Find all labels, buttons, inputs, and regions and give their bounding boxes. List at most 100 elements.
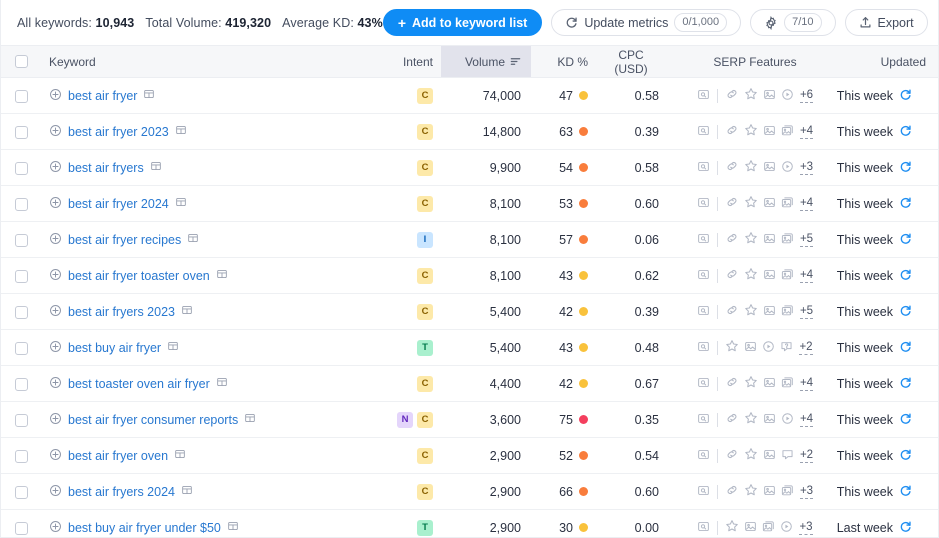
intent-badge-t[interactable]: T [417,339,433,356]
search-box-icon[interactable] [697,448,710,464]
reviews-icon[interactable] [744,411,758,428]
header-serp-features[interactable]: SERP Features [665,45,845,78]
image-pack-icon[interactable] [781,268,794,284]
row-checkbox[interactable] [14,377,28,391]
video-icon[interactable] [780,520,793,536]
header-updated[interactable]: Updated [845,45,938,78]
row-checkbox[interactable] [14,485,28,499]
keyword-link[interactable]: best toaster oven air fryer [68,377,210,391]
search-box-icon[interactable] [697,160,710,176]
table-row[interactable]: best buy air fryer T 5,400 43 0.48 +2 This wee… [1,329,938,366]
image-pack-icon[interactable] [762,520,775,536]
image-icon[interactable] [763,196,776,212]
update-metrics-button[interactable]: Update metrics 0/1,000 [551,9,742,36]
intent-badge-n[interactable]: N [397,411,413,428]
serp-preview-icon[interactable] [175,196,187,211]
table-row[interactable]: best air fryer recipes I 8,100 57 0.06 +5 This… [1,221,938,258]
image-pack-icon[interactable] [781,304,794,320]
table-row[interactable]: best air fryer toaster oven C 8,100 43 0.62 +… [1,257,938,294]
intent-badge-c[interactable]: C [417,411,433,428]
intent-badge-c[interactable]: C [417,267,433,284]
table-row[interactable]: best air fryer 2024 C 8,100 53 0.60 +4 This we… [1,185,938,222]
row-checkbox[interactable] [14,413,28,427]
keyword-link[interactable]: best air fryer 2023 [68,125,169,139]
search-box-icon[interactable] [697,196,710,212]
table-row[interactable]: best air fryers C 9,900 54 0.58 +3 This week [1,149,938,186]
image-icon[interactable] [763,232,776,248]
image-pack-icon[interactable] [781,484,794,500]
search-box-icon[interactable] [697,268,710,284]
search-box-icon[interactable] [697,520,710,536]
intent-badge-c[interactable]: C [417,195,433,212]
sitelinks-icon[interactable] [725,159,739,176]
image-icon[interactable] [763,484,776,500]
sitelinks-icon[interactable] [725,231,739,248]
serp-preview-icon[interactable] [216,376,228,391]
refresh-metrics-icon[interactable] [899,520,912,536]
add-keyword-icon[interactable] [49,412,62,428]
keyword-link[interactable]: best air fryers [68,161,144,175]
row-checkbox[interactable] [14,125,28,139]
reviews-icon[interactable] [744,267,758,284]
search-box-icon[interactable] [697,484,710,500]
row-checkbox[interactable] [14,161,28,175]
sitelinks-icon[interactable] [725,447,739,464]
add-keyword-icon[interactable] [49,520,62,536]
refresh-metrics-icon[interactable] [899,448,912,464]
image-icon[interactable] [763,160,776,176]
search-box-icon[interactable] [697,88,710,104]
serp-more-count[interactable]: +5 [799,304,814,320]
export-button[interactable]: Export [844,9,928,36]
serp-more-count[interactable]: +6 [799,88,814,104]
keyword-link[interactable]: best air fryer consumer reports [68,413,238,427]
reviews-icon[interactable] [725,519,739,536]
row-checkbox[interactable] [14,305,28,319]
reviews-icon[interactable] [744,123,758,140]
intent-badge-c[interactable]: C [417,123,433,140]
keyword-link[interactable]: best buy air fryer under $50 [68,521,221,535]
serp-more-count[interactable]: +3 [799,520,813,536]
table-row[interactable]: best air fryer C 74,000 47 0.58 +6 This week [1,77,938,114]
serp-preview-icon[interactable] [181,484,193,499]
reviews-icon[interactable] [744,87,758,104]
row-checkbox[interactable] [14,233,28,247]
sitelinks-icon[interactable] [725,123,739,140]
keyword-link[interactable]: best air fryer toaster oven [68,269,210,283]
reviews-icon[interactable] [744,159,758,176]
video-icon[interactable] [781,412,794,428]
select-all-checkbox[interactable] [14,55,28,68]
image-pack-icon[interactable] [781,124,794,140]
reviews-icon[interactable] [744,375,758,392]
add-keyword-icon[interactable] [49,268,62,284]
refresh-metrics-icon[interactable] [899,160,912,176]
intent-badge-i[interactable]: I [417,231,433,248]
reviews-icon[interactable] [744,303,758,320]
intent-badge-c[interactable]: C [417,303,433,320]
serp-more-count[interactable]: +2 [799,448,814,464]
header-cpc[interactable]: CPC (USD) [603,45,665,78]
search-box-icon[interactable] [697,232,710,248]
serp-more-count[interactable]: +2 [799,340,813,356]
intent-badge-t[interactable]: T [417,519,433,536]
row-checkbox[interactable] [14,521,28,535]
table-row[interactable]: best air fryer consumer reports N C 3,600 75… [1,401,938,438]
intent-badge-c[interactable]: C [417,375,433,392]
image-icon[interactable] [763,124,776,140]
add-keyword-icon[interactable] [49,340,62,356]
serp-preview-icon[interactable] [227,520,239,535]
refresh-metrics-icon[interactable] [899,196,912,212]
settings-button[interactable]: 7/10 [750,9,836,36]
add-keyword-icon[interactable] [49,88,62,104]
row-checkbox[interactable] [14,197,28,211]
add-keyword-icon[interactable] [49,304,62,320]
faq-icon[interactable] [780,340,793,356]
refresh-metrics-icon[interactable] [899,412,912,428]
video-icon[interactable] [781,88,794,104]
serp-more-count[interactable]: +3 [799,160,814,176]
add-keyword-icon[interactable] [49,160,62,176]
keyword-link[interactable]: best air fryers 2024 [68,485,175,499]
serp-preview-icon[interactable] [174,448,186,463]
discussion-icon[interactable] [781,448,794,464]
serp-preview-icon[interactable] [143,88,155,103]
refresh-metrics-icon[interactable] [899,268,912,284]
